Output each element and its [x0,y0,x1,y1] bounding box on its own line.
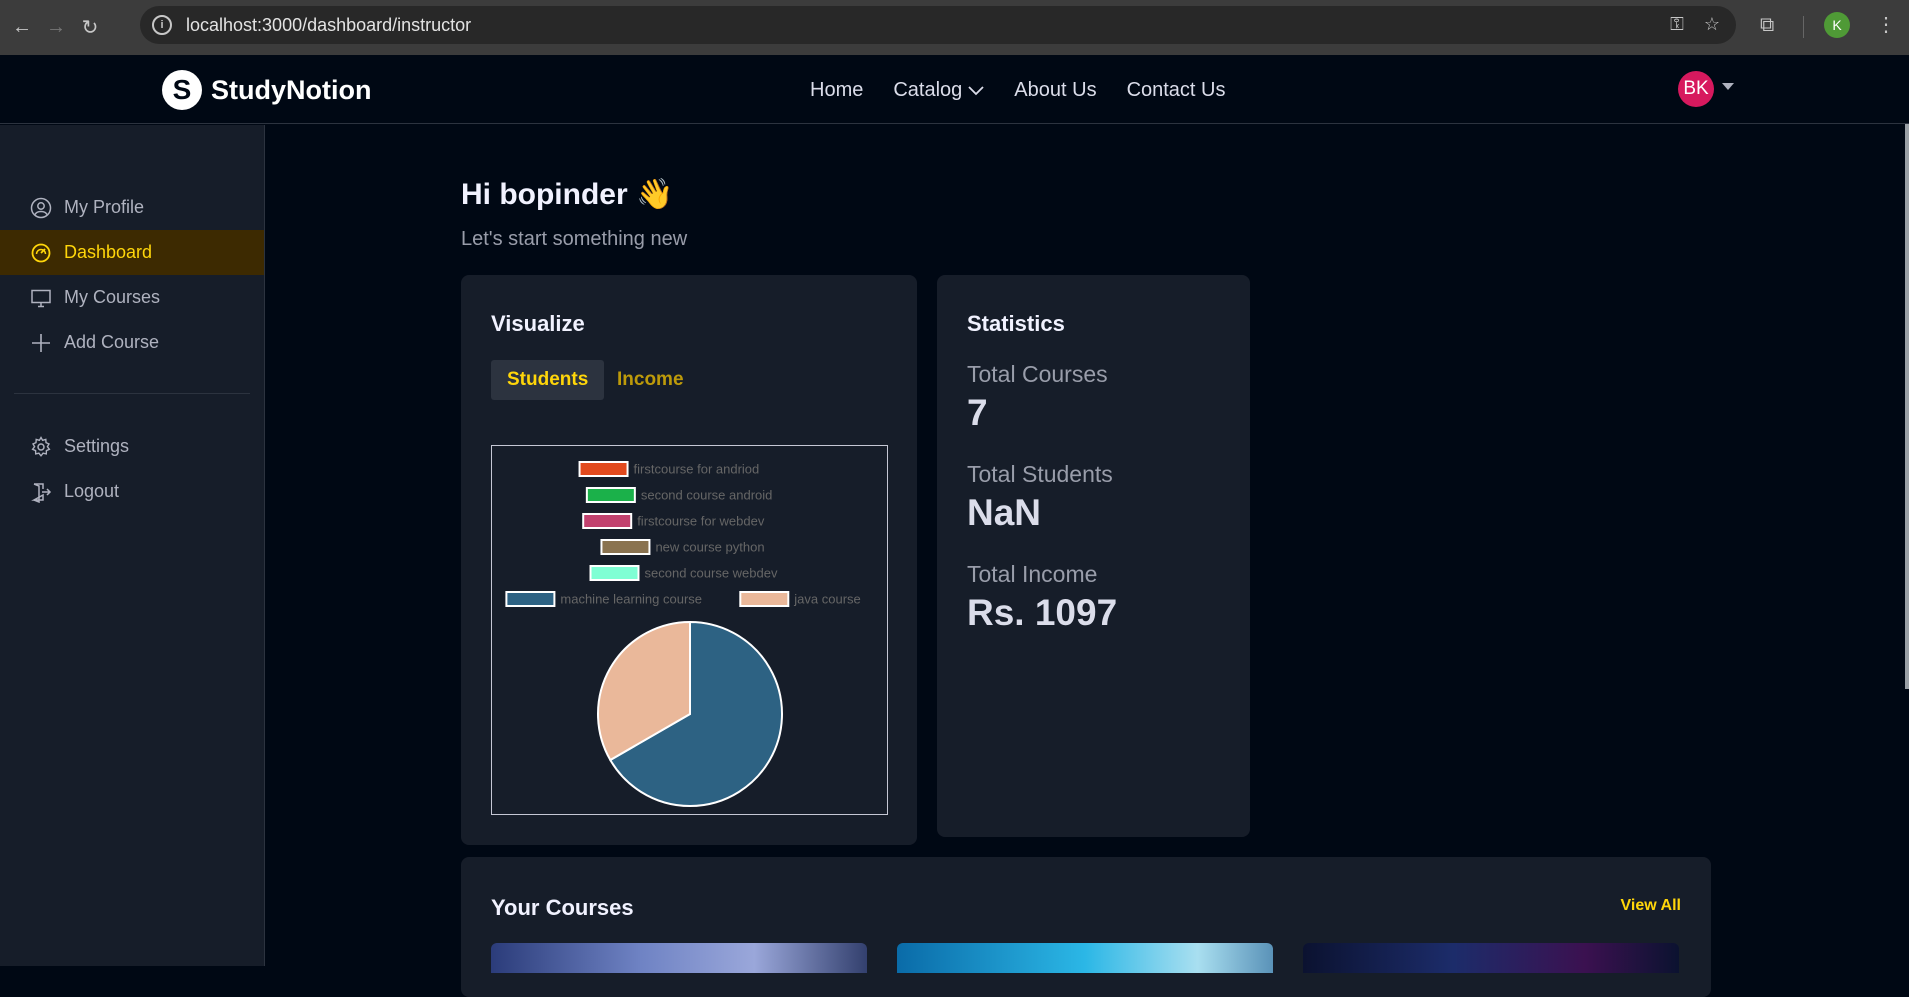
legend-swatch[interactable] [585,487,636,503]
sidebar-item-add-course[interactable]: Add Course [0,320,264,365]
logo-mark-icon: S [162,70,202,110]
visualize-card: Visualize Students Income firstcourse fo… [461,275,917,845]
speedometer-icon [30,242,52,264]
legend-label[interactable]: second course android [641,488,773,503]
legend-label[interactable]: second course webdev [645,566,778,581]
statistics-card: Statistics Total Courses 7 Total Student… [937,275,1250,837]
your-courses-title: Your Courses [491,895,634,920]
stat-total-students: Total Students NaN [967,461,1113,534]
sidebar-item-label: My Profile [64,197,145,217]
sidebar-item-settings[interactable]: Settings [0,424,264,469]
nav-link-about[interactable]: About Us [1014,79,1096,102]
caret-down-icon[interactable] [1722,83,1734,90]
sidebar-item-label: Logout [64,481,120,501]
legend-swatch[interactable] [739,591,790,607]
nav-link-home[interactable]: Home [810,79,863,102]
legend-swatch[interactable] [505,591,556,607]
sidebar-item-label: Dashboard [64,242,153,262]
browser-menu-icon[interactable]: ⋮ [1876,12,1896,37]
reload-icon[interactable]: ↻ [78,16,102,40]
stat-value: NaN [967,492,1042,533]
pie-chart-svg: firstcourse for andriod second course and… [505,461,861,807]
course-thumbnail[interactable] [897,943,1273,973]
tab-students[interactable]: Students [491,360,605,400]
catalog-label: Catalog [893,79,963,101]
url-text[interactable]: localhost:3000/dashboard/instructor [186,15,471,36]
stat-label: Total Students [967,461,1113,487]
sidebar-item-label: Add Course [64,332,160,352]
nav-link-contact[interactable]: Contact Us [1127,79,1226,102]
waving-hand-emoji: 👋 [636,178,674,211]
tab-income[interactable]: Income [601,360,700,400]
legend-swatch[interactable] [589,565,640,581]
legend-label[interactable]: firstcourse for webdev [637,514,765,529]
bookmark-star-icon[interactable]: ☆ [1704,14,1720,35]
nav-link-catalog[interactable]: Catalog [893,79,984,102]
legend-swatch[interactable] [578,461,629,477]
password-key-icon[interactable]: ⚿ [1670,14,1684,35]
brand-logo[interactable]: S StudyNotion [162,70,371,110]
forward-arrow-icon[interactable]: → [44,16,68,40]
sidebar: My Profile Dashboard My Courses Add Cour… [0,125,265,966]
extensions-puzzle-icon[interactable]: ⧉ [1760,14,1774,37]
course-thumbnail[interactable] [1303,943,1679,973]
stat-value: 7 [967,392,988,433]
sidebar-item-dashboard[interactable]: Dashboard [0,230,264,275]
sidebar-item-label: My Courses [64,287,161,307]
visualize-title: Visualize [491,311,585,336]
back-arrow-icon[interactable]: ← [10,16,34,40]
statistics-title: Statistics [967,311,1065,336]
monitor-icon [30,287,52,309]
stat-value: Rs. 1097 [967,592,1118,633]
stat-label: Total Courses [967,361,1108,387]
site-info-icon[interactable]: i [152,15,172,35]
legend-swatch[interactable] [582,513,633,529]
user-circle-icon [30,197,52,219]
legend-label[interactable]: java course [793,592,860,607]
stat-total-courses: Total Courses 7 [967,361,1108,434]
chevron-down-icon [968,85,984,95]
browser-toolbar: ← → ↻ i localhost:3000/dashboard/instruc… [0,0,1909,55]
sidebar-item-my-profile[interactable]: My Profile [0,185,264,230]
brand-name: StudyNotion [211,74,372,105]
stat-total-income: Total Income Rs. 1097 [967,561,1117,634]
app-navbar: S StudyNotion Home Catalog About Us Cont… [0,55,1909,124]
page-subtitle: Let's start something new [461,228,688,250]
gear-icon [30,435,52,458]
toolbar-divider [1803,16,1804,38]
browser-profile-avatar[interactable]: K [1824,12,1850,38]
your-courses-card: Your Courses View All [461,857,1711,997]
pie-chart: firstcourse for andriod second course and… [491,445,888,815]
plus-icon [30,332,52,354]
legend-label[interactable]: machine learning course [560,592,702,607]
course-thumbnail[interactable] [491,943,867,973]
view-all-link[interactable]: View All [1621,897,1681,915]
greeting-text: Hi bopinder [461,178,628,211]
page-scrollbar[interactable] [1905,124,1909,689]
logout-icon [30,481,52,503]
nav-links: Home Catalog About Us Contact Us [810,79,1226,102]
sidebar-item-logout[interactable]: Logout [0,469,264,514]
sidebar-item-label: Settings [64,436,130,456]
address-bar[interactable]: i localhost:3000/dashboard/instructor ⚿ … [140,6,1736,44]
sidebar-item-my-courses[interactable]: My Courses [0,275,264,320]
stat-label: Total Income [967,561,1098,587]
legend-swatch[interactable] [600,539,651,555]
legend-label[interactable]: new course python [655,540,764,555]
legend-label[interactable]: firstcourse for andriod [634,462,760,477]
page-title: Hi bopinder 👋 [461,177,673,212]
user-avatar[interactable]: BK [1678,71,1714,107]
sidebar-divider [14,393,250,394]
